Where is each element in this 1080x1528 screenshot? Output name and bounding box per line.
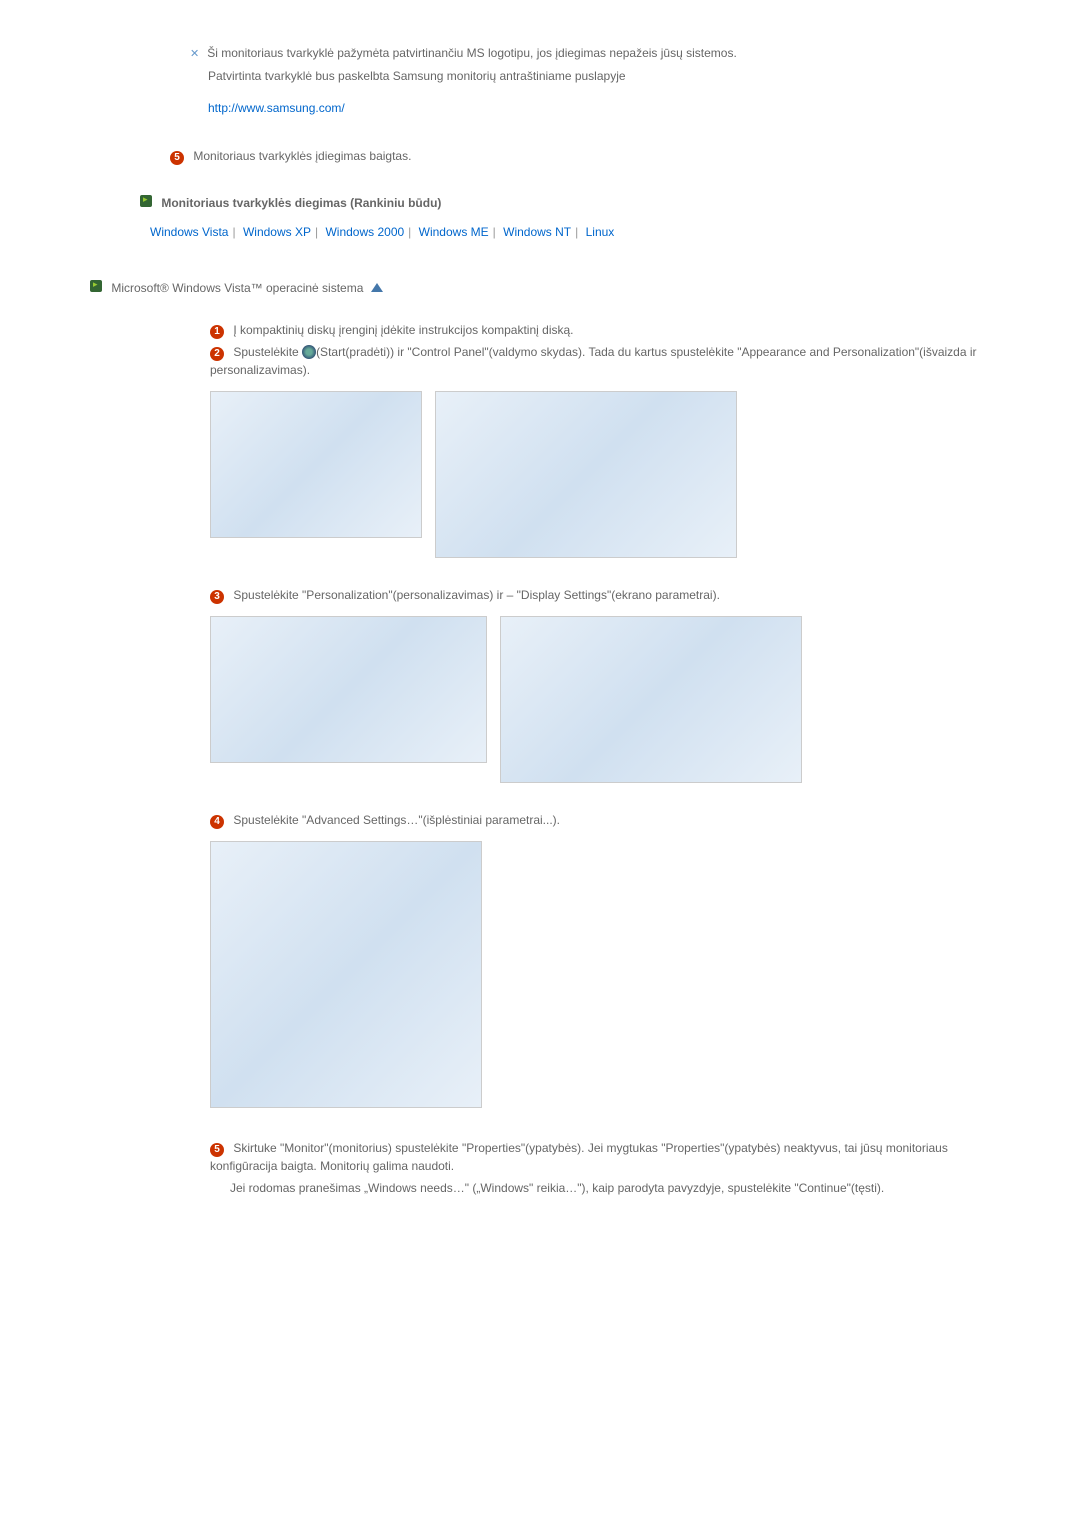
separator: | <box>315 225 318 239</box>
link-nt[interactable]: Windows NT <box>503 225 571 239</box>
link-xp[interactable]: Windows XP <box>243 225 311 239</box>
screenshot-start-menu <box>210 391 422 538</box>
screenshot-display-settings <box>500 616 802 783</box>
driver-note-line1: Ši monitoriaus tvarkyklė pažymėta patvir… <box>190 44 990 63</box>
step-2-text-a: Spustelėkite <box>233 345 302 359</box>
step-2-text-b: (Start(pradėti)) ir "Control Panel"(vald… <box>210 345 977 377</box>
step-4-bullet: 4 <box>210 815 224 829</box>
separator: | <box>232 225 235 239</box>
screenshot-advanced-settings <box>210 841 482 1108</box>
triangle-up-icon[interactable] <box>371 283 383 292</box>
step-3-text: Spustelėkite "Personalization"(personali… <box>233 588 720 602</box>
separator: | <box>575 225 578 239</box>
link-2000[interactable]: Windows 2000 <box>325 225 404 239</box>
section-arrow-icon <box>140 195 152 207</box>
step-2-bullet: 2 <box>210 347 224 361</box>
step-3-bullet: 3 <box>210 590 224 604</box>
step-5a-text: Skirtuke "Monitor"(monitorius) spustelėk… <box>210 1141 948 1173</box>
step-4-text: Spustelėkite "Advanced Settings…"(išplės… <box>233 813 560 827</box>
link-me[interactable]: Windows ME <box>419 225 489 239</box>
driver-note-line2: Patvirtinta tvarkyklė bus paskelbta Sams… <box>208 67 990 85</box>
samsung-link[interactable]: http://www.samsung.com/ <box>208 99 990 117</box>
link-vista[interactable]: Windows Vista <box>150 225 228 239</box>
step-5-bullet-vista: 5 <box>210 1143 224 1157</box>
step-5-bullet: 5 <box>170 151 184 165</box>
manual-install-header: Monitoriaus tvarkyklės diegimas (Rankini… <box>161 196 441 210</box>
install-complete-text: Monitoriaus tvarkyklės įdiegimas baigtas… <box>193 149 411 163</box>
vista-os-title: Microsoft® Windows Vista™ operacinė sist… <box>111 281 363 295</box>
step-5b-text: Jei rodomas pranešimas „Windows needs…" … <box>230 1181 884 1195</box>
start-icon <box>302 345 316 359</box>
separator: | <box>493 225 496 239</box>
step-1-bullet: 1 <box>210 325 224 339</box>
screenshot-control-panel <box>435 391 737 558</box>
vista-section-icon <box>90 280 102 292</box>
step-1-text: Į kompaktinių diskų įrenginį įdėkite ins… <box>233 323 573 337</box>
screenshot-personalization <box>210 616 487 763</box>
separator: | <box>408 225 411 239</box>
link-linux[interactable]: Linux <box>586 225 615 239</box>
